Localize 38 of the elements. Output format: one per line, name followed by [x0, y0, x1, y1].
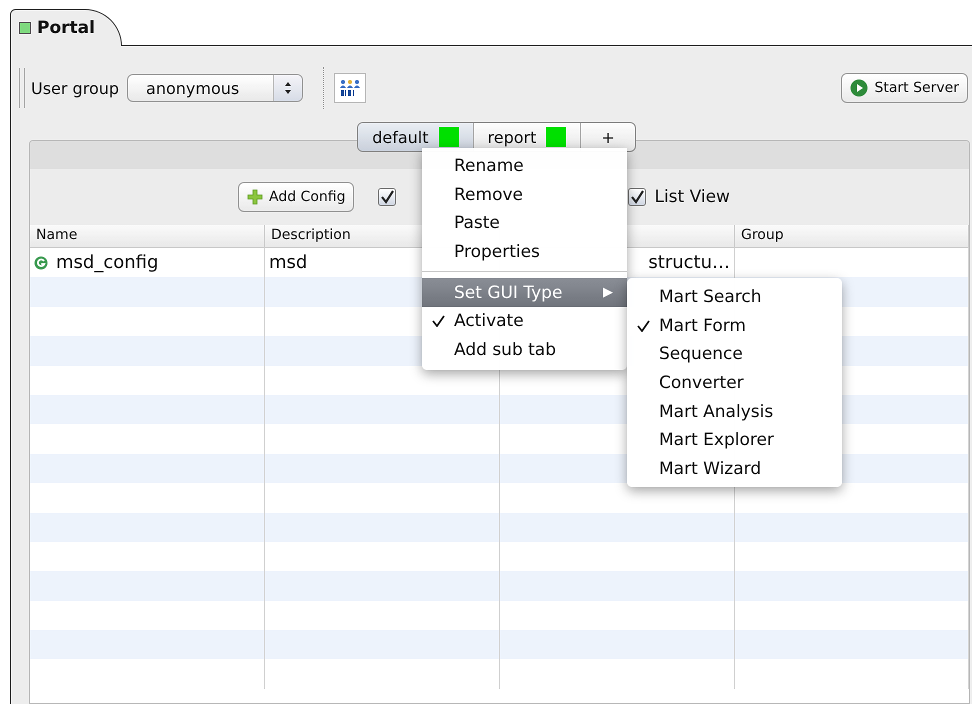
menu-item[interactable]: Converter — [627, 368, 842, 398]
checkbox[interactable] — [378, 188, 396, 206]
menu-item[interactable]: Mart Explorer — [627, 426, 842, 455]
menu-item[interactable]: Mart Analysis — [627, 397, 842, 426]
user-group-label: User group — [31, 78, 120, 98]
sub-tab[interactable]: default — [358, 123, 474, 151]
stepper-arrows-icon — [284, 81, 292, 95]
add-config-button[interactable]: Add Config — [238, 182, 354, 212]
list-view-checkbox[interactable] — [628, 188, 646, 206]
menu-item[interactable]: Mart Search — [627, 283, 842, 312]
menu-item[interactable]: Remove — [422, 180, 627, 210]
play-icon — [850, 79, 868, 97]
menu-item[interactable]: Paste — [422, 209, 627, 238]
menu-item[interactable]: Mart Form — [627, 312, 842, 340]
plus-icon — [247, 189, 263, 205]
table-cell: msd_config — [56, 252, 158, 274]
menu-item[interactable]: Add sub tab — [422, 336, 627, 364]
list-view-label: List View — [654, 187, 730, 207]
column-header[interactable]: Group — [741, 227, 784, 243]
config-status-icon — [34, 256, 48, 270]
users-binary-icon[interactable] — [334, 73, 366, 103]
menu-item[interactable]: Set GUI Type ▶ — [422, 278, 627, 307]
portal-tab[interactable]: Portal — [10, 9, 122, 46]
start-server-button[interactable]: Start Server — [841, 73, 968, 103]
column-header[interactable]: Name — [36, 227, 78, 243]
table-cell: structu… — [648, 252, 730, 274]
tab-label: Portal — [37, 18, 95, 38]
checkmark-icon — [636, 320, 650, 332]
column-header[interactable]: Description — [271, 227, 351, 243]
checkmark-icon — [432, 315, 444, 328]
menu-item[interactable]: Properties — [422, 238, 627, 266]
user-group-dropdown[interactable]: anonymous — [127, 74, 304, 102]
menu-item[interactable]: Rename — [422, 152, 627, 181]
menu-item[interactable]: Mart Wizard — [627, 454, 842, 484]
table-cell: msd — [269, 252, 308, 274]
sub-tab[interactable]: + — [581, 123, 635, 151]
menu-item[interactable]: Activate — [422, 306, 627, 336]
menu-item[interactable]: Sequence — [627, 340, 842, 369]
